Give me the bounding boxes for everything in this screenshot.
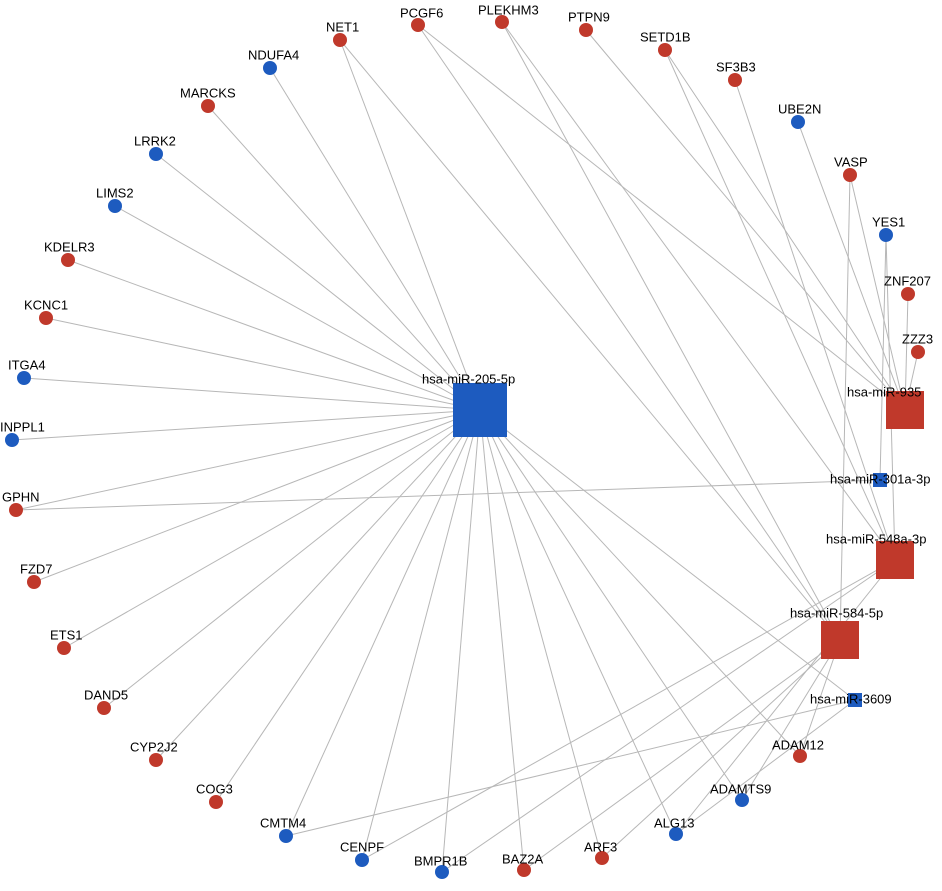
- gene-node[interactable]: [658, 43, 672, 57]
- mirna-hub-node[interactable]: [821, 621, 859, 659]
- node-label: ADAMTS9: [710, 781, 771, 796]
- node-label: GPHN: [2, 489, 40, 504]
- edge: [104, 410, 480, 708]
- edge: [442, 410, 480, 872]
- gene-node[interactable]: [57, 641, 71, 655]
- gene-node[interactable]: [9, 503, 23, 517]
- node-label: hsa-miR-205-5p: [422, 371, 515, 386]
- edge: [216, 410, 480, 802]
- mirna-hub-node[interactable]: [453, 383, 507, 437]
- edge: [208, 106, 480, 410]
- node-label: LRRK2: [134, 133, 176, 148]
- edge: [156, 410, 480, 760]
- node-label: ZNF207: [884, 273, 931, 288]
- gene-node[interactable]: [263, 61, 277, 75]
- node-label: SETD1B: [640, 29, 691, 44]
- node-label: BMPR1B: [414, 853, 467, 868]
- edge: [480, 410, 855, 700]
- gene-node[interactable]: [333, 33, 347, 47]
- edge: [418, 25, 840, 640]
- node-label: VASP: [834, 154, 868, 169]
- gene-node[interactable]: [355, 853, 369, 867]
- gene-node[interactable]: [27, 575, 41, 589]
- gene-node[interactable]: [209, 795, 223, 809]
- mirna-target-network: hsa-miR-205-5p hsa-miR-935 hsa-miR-301a-3p…: [0, 0, 942, 891]
- node-label: DAND5: [84, 687, 128, 702]
- node-label: hsa-miR-548a-3p: [826, 531, 926, 546]
- edge: [68, 260, 480, 410]
- edge: [64, 410, 480, 648]
- node-label: BAZ2A: [502, 851, 544, 866]
- node-label: CYP2J2: [130, 739, 178, 754]
- node-label: INPPL1: [0, 419, 45, 434]
- gene-node[interactable]: [901, 287, 915, 301]
- node-label: ADAM12: [772, 737, 824, 752]
- node-label: ARF3: [584, 839, 617, 854]
- edge: [480, 410, 742, 800]
- edge: [16, 480, 880, 510]
- gene-node[interactable]: [108, 199, 122, 213]
- node-label: hsa-miR-935: [847, 384, 921, 399]
- gene-node[interactable]: [17, 371, 31, 385]
- node-label: UBE2N: [778, 101, 821, 116]
- node-label: ITGA4: [8, 357, 46, 372]
- gene-node[interactable]: [61, 253, 75, 267]
- edge: [418, 25, 905, 410]
- node-label: KDELR3: [44, 239, 95, 254]
- gene-node[interactable]: [97, 701, 111, 715]
- node-label: NDUFA4: [248, 47, 299, 62]
- node-label: LIMS2: [96, 185, 134, 200]
- edge: [735, 80, 895, 560]
- node-label: YES1: [872, 214, 905, 229]
- edge: [742, 640, 840, 800]
- gene-node[interactable]: [911, 345, 925, 359]
- edge: [850, 175, 905, 410]
- edge: [480, 410, 524, 870]
- node-label: NET1: [326, 19, 359, 34]
- node-label: hsa-miR-301a-3p: [830, 471, 930, 486]
- node-label: hsa-miR-3609: [810, 691, 892, 706]
- node-label: CENPF: [340, 839, 384, 854]
- node-label: KCNC1: [24, 297, 68, 312]
- gene-node[interactable]: [879, 228, 893, 242]
- gene-node[interactable]: [149, 753, 163, 767]
- gene-node[interactable]: [843, 168, 857, 182]
- mirna-hub-node[interactable]: [876, 541, 914, 579]
- gene-node[interactable]: [201, 99, 215, 113]
- node-label: PCGF6: [400, 5, 443, 20]
- node-label: CMTM4: [260, 815, 306, 830]
- edge: [46, 318, 480, 410]
- edge: [340, 40, 840, 640]
- gene-node[interactable]: [149, 147, 163, 161]
- gene-node[interactable]: [579, 23, 593, 37]
- gene-node[interactable]: [5, 433, 19, 447]
- node-label: MARCKS: [180, 85, 236, 100]
- gene-node[interactable]: [791, 115, 805, 129]
- gene-node[interactable]: [279, 829, 293, 843]
- gene-node[interactable]: [39, 311, 53, 325]
- edge: [362, 410, 480, 860]
- node-label: FZD7: [20, 561, 53, 576]
- edge: [840, 175, 850, 640]
- node-label: PLEKHM3: [478, 2, 539, 17]
- node-label: SF3B3: [716, 59, 756, 74]
- node-label: ALG13: [654, 815, 694, 830]
- edge: [286, 700, 855, 836]
- edge: [676, 700, 855, 834]
- node-label: PTPN9: [568, 9, 610, 24]
- gene-node[interactable]: [728, 73, 742, 87]
- node-label: hsa-miR-584-5p: [790, 605, 883, 620]
- node-label: COG3: [196, 781, 233, 796]
- node-label: ETS1: [50, 627, 83, 642]
- node-label: ZZZ3: [902, 331, 933, 346]
- edge: [586, 30, 905, 410]
- edge: [24, 378, 480, 410]
- edge: [270, 68, 480, 410]
